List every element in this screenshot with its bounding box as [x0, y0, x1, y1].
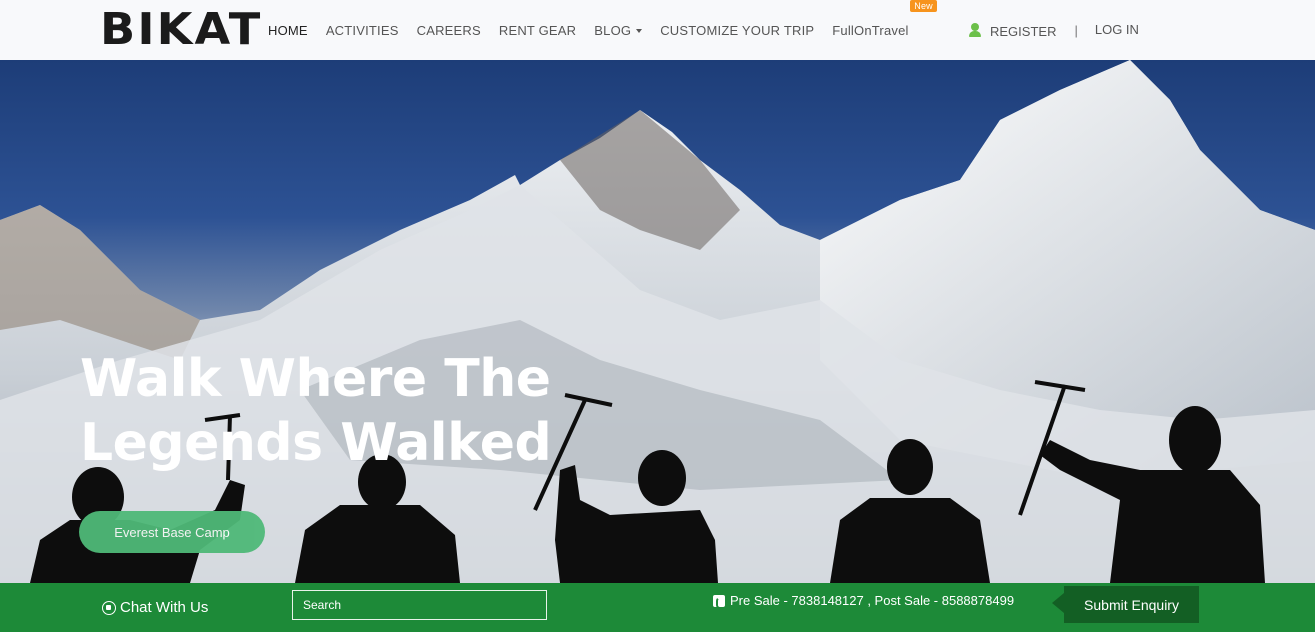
main-nav: HOME ACTIVITIES CAREERS RENT GEAR BLOG C…	[268, 0, 937, 60]
nav-item-customize-trip[interactable]: CUSTOMIZE YOUR TRIP	[660, 23, 814, 38]
nav-item-rent-gear[interactable]: RENT GEAR	[499, 23, 576, 38]
login-link[interactable]: LOG IN	[1095, 22, 1139, 37]
new-badge: New	[910, 0, 937, 12]
bottom-sticky-bar: Chat With Us Pre Sale - 7838148127 , Pos…	[0, 583, 1315, 632]
phone-numbers-text: Pre Sale - 7838148127 , Post Sale - 8588…	[730, 593, 1015, 608]
dropdown-caret-icon[interactable]	[636, 29, 643, 34]
hero-banner: Walk Where The Legends Walked Everest Ba…	[0, 60, 1315, 583]
nav-item-fullontravel-label[interactable]: FullOnTravel	[832, 23, 908, 38]
auth-links: REGISTER | LOG IN	[968, 0, 1139, 60]
logo-text[interactable]: BIKAT	[100, 8, 262, 52]
submit-arrow-decoration	[1052, 593, 1064, 613]
chat-with-us-button[interactable]: Chat With Us	[102, 599, 208, 616]
nav-item-activities[interactable]: ACTIVITIES	[326, 23, 399, 38]
nav-item-careers[interactable]: CAREERS	[417, 23, 481, 38]
chat-label[interactable]: Chat With Us	[120, 599, 208, 616]
mountain-scene-image	[0, 60, 1315, 583]
search-input[interactable]	[292, 590, 547, 620]
nav-separator: |	[1074, 22, 1078, 38]
nav-item-blog-label[interactable]: BLOG	[594, 23, 631, 38]
nav-item-home[interactable]: HOME	[268, 23, 308, 38]
submit-enquiry-button[interactable]: Submit Enquiry	[1064, 586, 1199, 623]
hero-title-line-1: Walk Where The	[80, 349, 551, 409]
hero-title-line-2: Legends Walked	[80, 413, 552, 473]
whatsapp-icon[interactable]	[102, 600, 116, 615]
user-icon	[968, 23, 982, 37]
nav-item-blog[interactable]: BLOG	[594, 23, 643, 38]
bikat-logo[interactable]: BIKAT	[100, 8, 260, 52]
phone-icon	[713, 594, 725, 609]
nav-item-fullontravel[interactable]: FullOnTravel New	[832, 0, 937, 38]
top-navbar: BIKAT HOME ACTIVITIES CAREERS RENT GEAR …	[0, 0, 1315, 60]
register-link[interactable]: REGISTER	[990, 24, 1056, 39]
everest-base-camp-button[interactable]: Everest Base Camp	[79, 511, 265, 553]
phone-numbers: Pre Sale - 7838148127 , Post Sale - 8588…	[713, 593, 1015, 609]
hero-title: Walk Where The Legends Walked	[80, 347, 640, 475]
